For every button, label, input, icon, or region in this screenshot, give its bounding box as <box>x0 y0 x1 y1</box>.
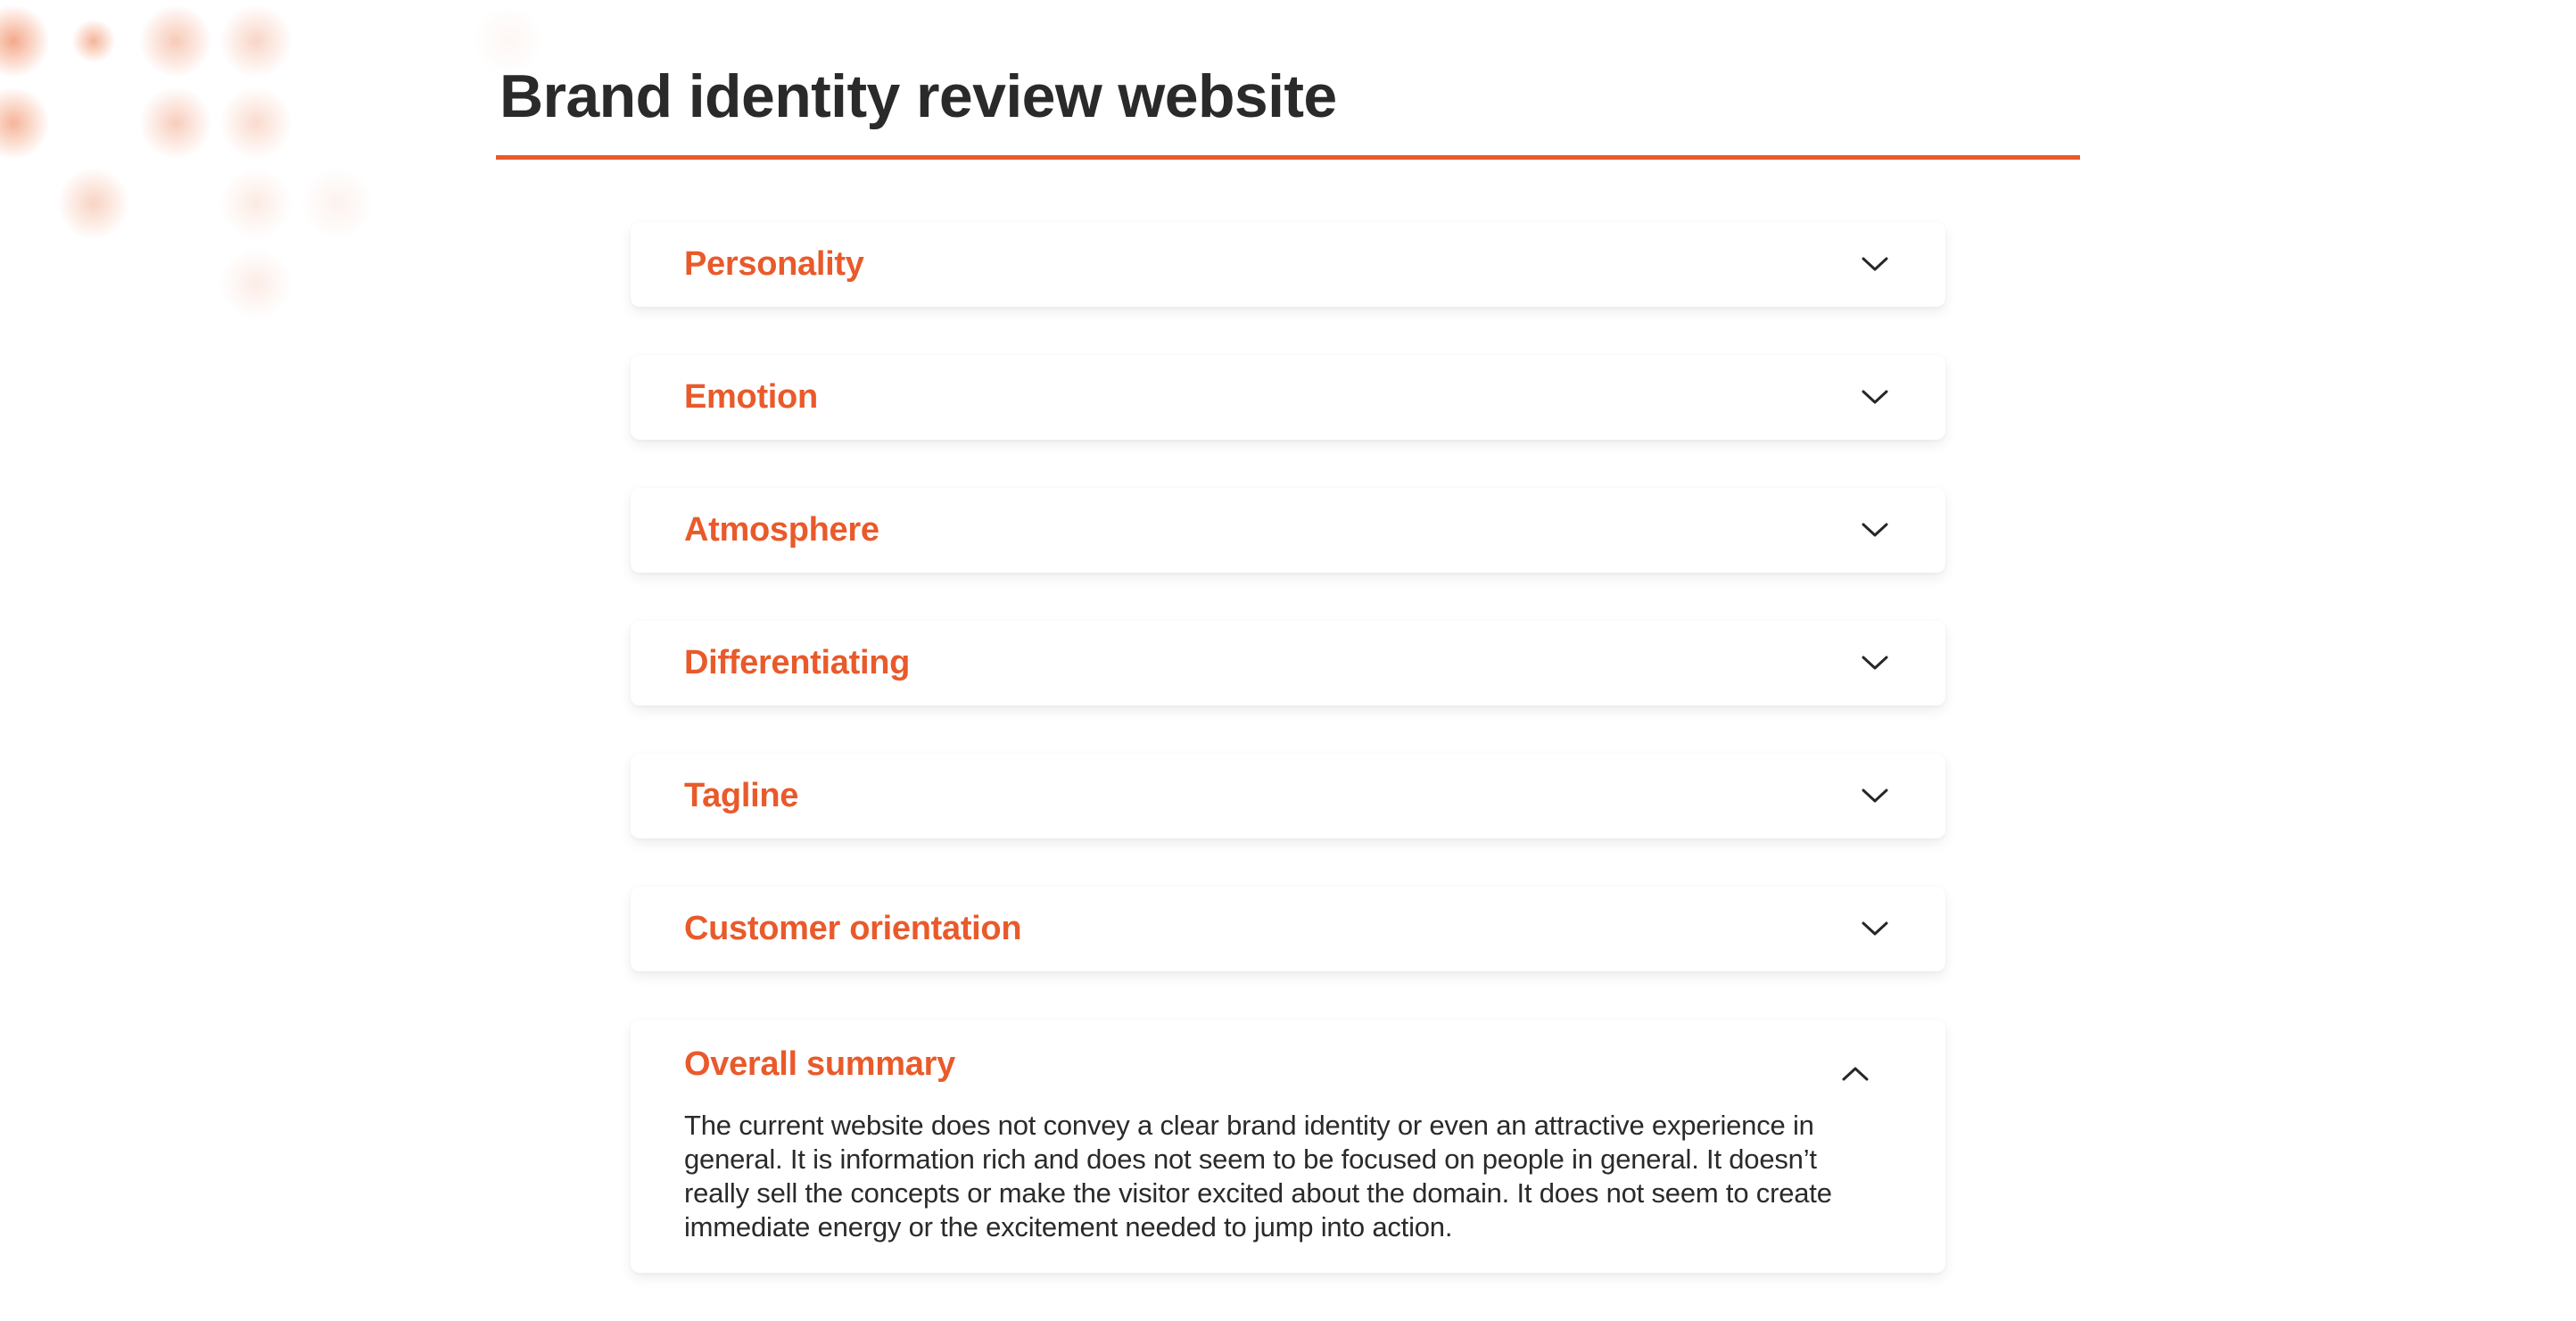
decorative-dot <box>220 87 292 159</box>
accordion-content-overall-summary: The current website does not convey a cl… <box>684 1110 1832 1243</box>
accordion-title: Overall summary <box>684 1045 955 1083</box>
accordion-title: Customer orientation <box>684 910 1022 947</box>
decorative-dot <box>140 5 211 77</box>
accordion-header-personality[interactable]: Personality <box>631 222 1945 307</box>
title-underline-divider <box>496 155 2080 160</box>
accordion-item-atmosphere: Atmosphere <box>631 488 1945 573</box>
accordion-title: Tagline <box>684 777 799 814</box>
chevron-down-icon[interactable] <box>1862 650 1888 677</box>
decorative-dot-pattern <box>0 0 624 357</box>
accordion-header-atmosphere[interactable]: Atmosphere <box>631 488 1945 573</box>
accordion-item-overall-summary: Overall summary The current website does… <box>631 1020 1945 1273</box>
decorative-dot <box>220 168 292 239</box>
decorative-dot <box>0 87 49 159</box>
accordion-item-personality: Personality <box>631 222 1945 307</box>
decorative-dot <box>301 168 373 239</box>
accordion-header-emotion[interactable]: Emotion <box>631 355 1945 440</box>
accordion-header-differentiating[interactable]: Differentiating <box>631 621 1945 706</box>
decorative-dot <box>140 87 211 159</box>
chevron-down-icon[interactable] <box>1862 517 1888 544</box>
accordion-title: Emotion <box>684 378 818 416</box>
decorative-dot <box>220 248 292 319</box>
decorative-dot <box>58 168 129 239</box>
accordion-header-customer-orientation[interactable]: Customer orientation <box>631 887 1945 971</box>
chevron-down-icon[interactable] <box>1862 783 1888 810</box>
accordion-title: Atmosphere <box>684 511 879 549</box>
chevron-up-icon[interactable] <box>1842 1061 1869 1087</box>
chevron-down-icon[interactable] <box>1862 384 1888 411</box>
chevron-down-icon[interactable] <box>1862 916 1888 943</box>
chevron-down-icon[interactable] <box>1862 252 1888 278</box>
accordion-item-differentiating: Differentiating <box>631 621 1945 706</box>
review-accordion: Personality Emotion Atmosphere Different… <box>631 222 1945 1321</box>
page-title: Brand identity review website <box>500 62 1337 130</box>
accordion-title: Personality <box>684 245 864 283</box>
accordion-title: Differentiating <box>684 644 911 681</box>
accordion-item-tagline: Tagline <box>631 754 1945 838</box>
accordion-header-tagline[interactable]: Tagline <box>631 754 1945 838</box>
decorative-dot <box>72 20 115 62</box>
accordion-item-emotion: Emotion <box>631 355 1945 440</box>
decorative-dot <box>0 5 49 77</box>
decorative-dot <box>220 5 292 77</box>
accordion-header-overall-summary[interactable]: Overall summary <box>631 1020 1945 1109</box>
accordion-item-customer-orientation: Customer orientation <box>631 887 1945 971</box>
